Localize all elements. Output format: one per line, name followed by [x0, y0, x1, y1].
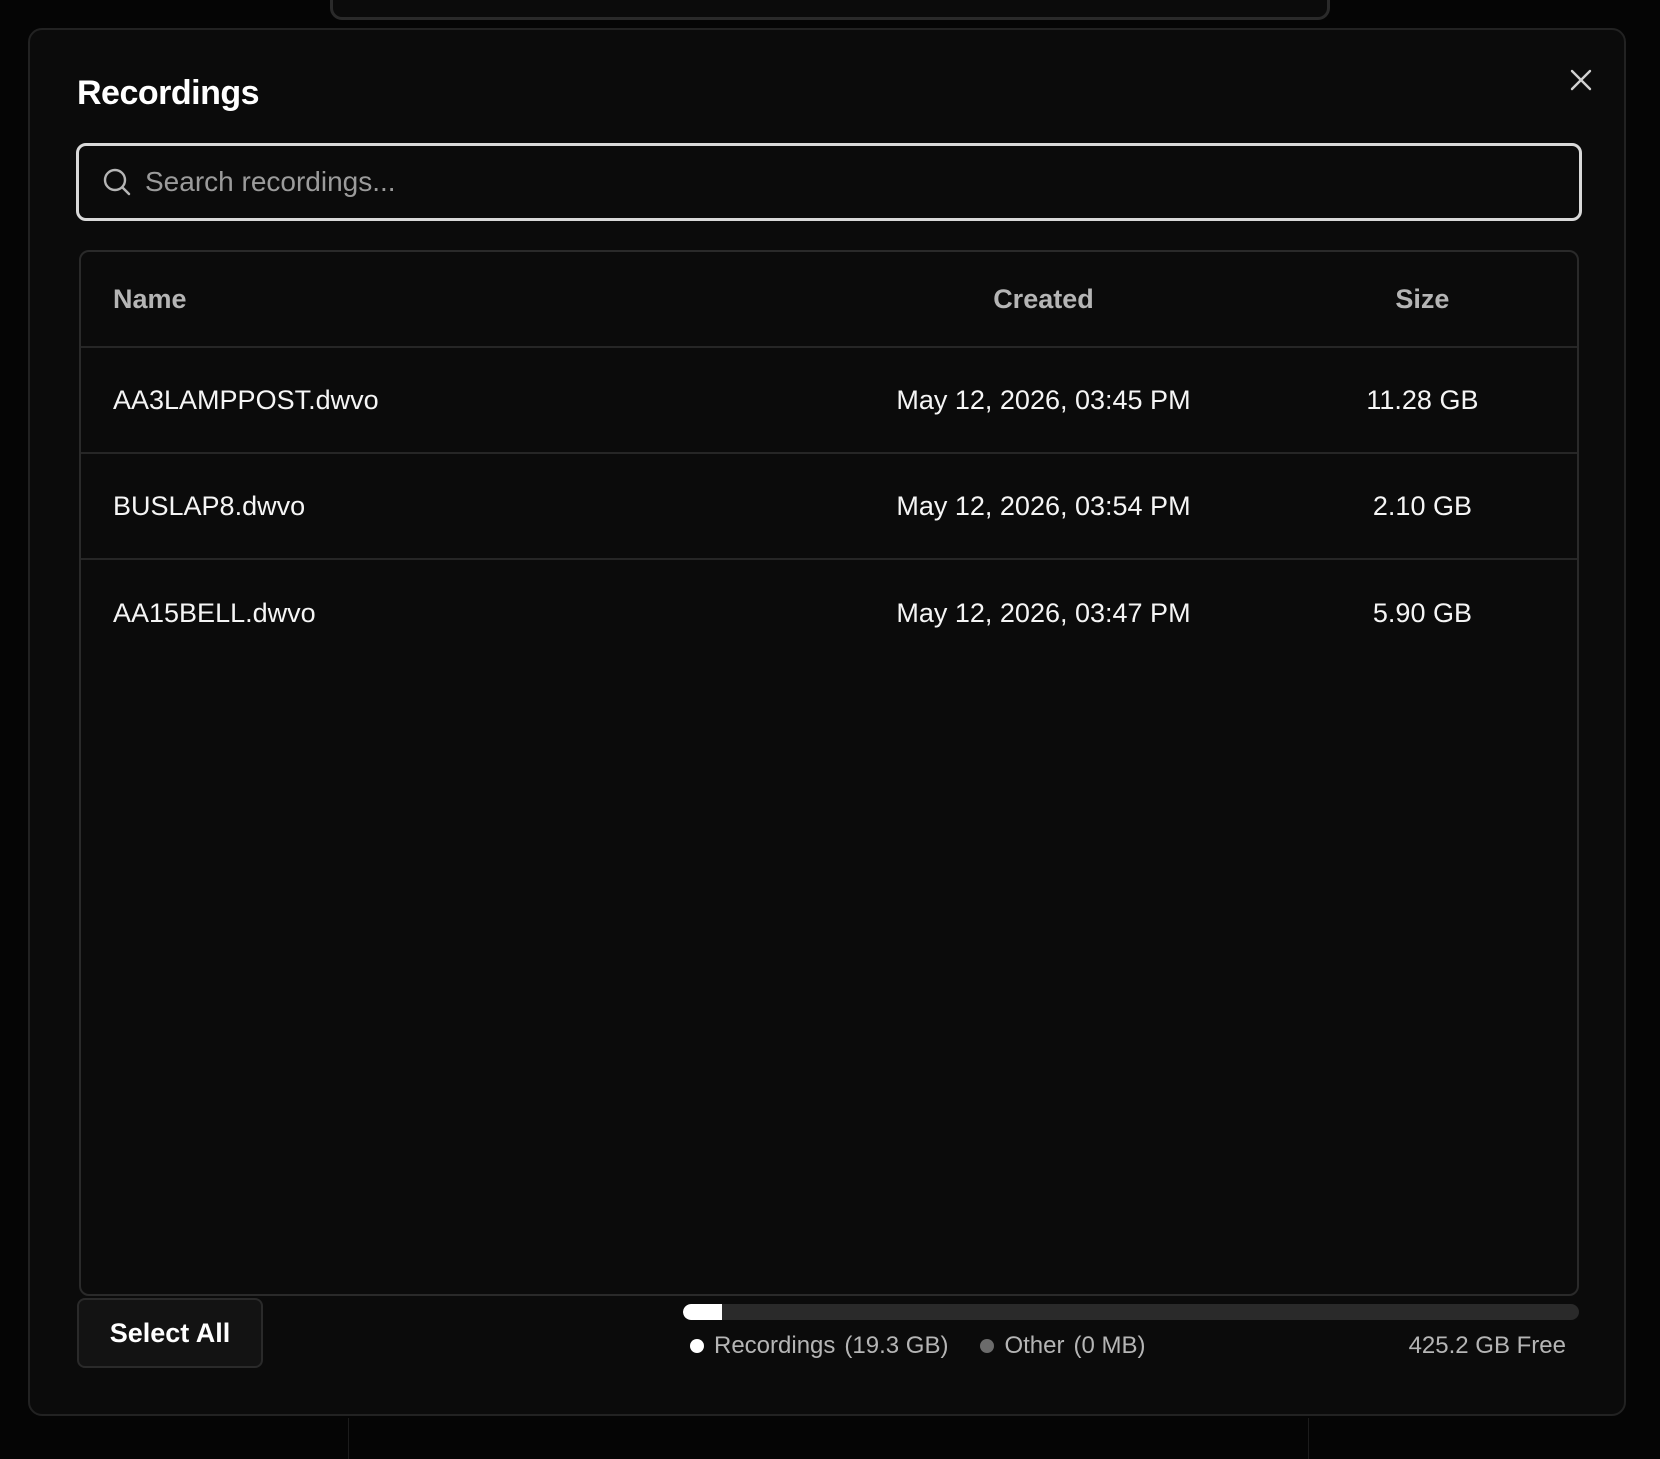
dialog-title: Recordings [77, 74, 260, 112]
recording-name: AA3LAMPPOST.dwvo [113, 384, 379, 415]
column-header-created[interactable]: Created [819, 284, 1268, 315]
storage-usage-bar [683, 1304, 1579, 1320]
storage-legend: Recordings (19.3 GB) Other (0 MB) [690, 1332, 1177, 1360]
recording-name: BUSLAP8.dwvo [113, 490, 306, 521]
search-icon [101, 166, 133, 198]
recordings-dialog: Recordings Name Created Size AA3LAMPPOST… [28, 28, 1626, 1416]
recording-created: May 12, 2026, 03:47 PM [896, 597, 1191, 628]
legend-other: Other (0 MB) [980, 1332, 1145, 1360]
search-box [76, 143, 1582, 221]
background-divider [348, 1418, 349, 1459]
storage-usage-fill [683, 1304, 722, 1320]
legend-recordings-label: Recordings [714, 1332, 836, 1359]
recordings-table: Name Created Size AA3LAMPPOST.dwvo May 1… [79, 250, 1579, 1296]
legend-other-label: Other [1004, 1332, 1065, 1359]
search-input[interactable] [133, 145, 1579, 219]
legend-recordings: Recordings (19.3 GB) [690, 1332, 948, 1360]
free-space-text: 425.2 GB Free [1408, 1332, 1566, 1359]
recording-size: 5.90 GB [1372, 597, 1472, 628]
table-row[interactable]: AA3LAMPPOST.dwvo May 12, 2026, 03:45 PM … [81, 348, 1577, 454]
recording-created: May 12, 2026, 03:54 PM [896, 490, 1191, 521]
recording-size: 11.28 GB [1366, 384, 1479, 415]
table-row[interactable]: AA15BELL.dwvo May 12, 2026, 03:47 PM 5.9… [81, 560, 1577, 666]
recording-created: May 12, 2026, 03:45 PM [896, 384, 1191, 415]
background-divider [1308, 1418, 1309, 1459]
select-all-button[interactable]: Select All [77, 1298, 263, 1368]
column-header-name[interactable]: Name [81, 284, 819, 315]
recording-size: 2.10 GB [1372, 490, 1472, 521]
other-dot-icon [980, 1339, 995, 1353]
table-header: Name Created Size [81, 252, 1577, 348]
legend-recordings-value: (19.3 GB) [844, 1332, 949, 1359]
table-row[interactable]: BUSLAP8.dwvo May 12, 2026, 03:54 PM 2.10… [81, 454, 1577, 560]
background-toolbar [330, 0, 1330, 20]
recording-name: AA15BELL.dwvo [113, 597, 316, 628]
close-icon [1570, 69, 1592, 91]
close-button[interactable] [1563, 62, 1599, 98]
legend-other-value: (0 MB) [1073, 1332, 1146, 1359]
column-header-size[interactable]: Size [1268, 284, 1577, 315]
recordings-dot-icon [690, 1339, 704, 1353]
